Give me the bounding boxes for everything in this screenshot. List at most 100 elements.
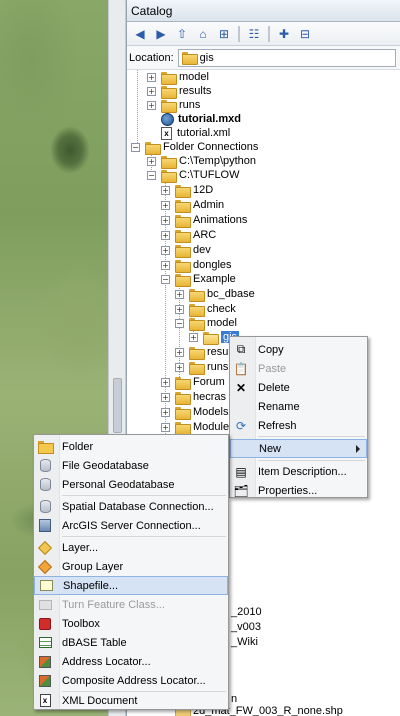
feature-class-icon [38, 599, 52, 610]
menu-item-group-layer[interactable]: Group Layer [34, 557, 228, 576]
layer-icon [37, 540, 53, 555]
home-icon[interactable]: ⌂ [194, 25, 212, 43]
location-input[interactable]: gis [177, 48, 396, 67]
tree-item[interactable]: + ARC [161, 228, 216, 243]
expand-icon[interactable]: + [161, 407, 170, 417]
folder-icon [175, 391, 191, 405]
menu-item-personal-geodatabase[interactable]: Personal Geodatabase [34, 475, 228, 494]
map-document-icon [161, 112, 174, 126]
server-icon [39, 519, 51, 532]
tree-item[interactable]: + Forum [161, 375, 225, 390]
tree-item[interactable]: x tutorial.xml [161, 126, 230, 140]
tree-icon[interactable]: ⊟ [296, 25, 314, 43]
view-options-icon[interactable]: ☷ [245, 25, 263, 43]
expand-icon[interactable]: + [161, 422, 170, 432]
menu-item-new[interactable]: New [230, 439, 367, 458]
geodatabase-icon [39, 478, 51, 491]
new-folder-icon[interactable]: ✚ [275, 25, 293, 43]
menu-item-paste[interactable]: 📋 Paste [230, 359, 367, 378]
tree-item[interactable]: + resu [175, 345, 228, 360]
menu-item-shapefile[interactable]: Shapefile... [34, 576, 228, 595]
expand-icon[interactable]: + [161, 230, 170, 240]
menu-item-spatial-database-connection[interactable]: Spatial Database Connection... [34, 497, 228, 516]
scrollbar-thumb[interactable] [113, 378, 122, 433]
menu-item-copy[interactable]: ⧉ Copy [230, 340, 367, 359]
properties-icon: 🗂 [233, 483, 249, 498]
expand-icon[interactable]: + [175, 362, 184, 372]
expand-icon[interactable]: + [147, 72, 156, 82]
tree-item[interactable]: _2010 [231, 605, 262, 619]
tree-item[interactable]: + Models [161, 405, 228, 420]
menu-item-arcgis-server-connection[interactable]: ArcGIS Server Connection... [34, 516, 228, 535]
tree-item[interactable]: tutorial.mxd [161, 112, 241, 126]
tree-item[interactable]: + Animations [161, 213, 247, 228]
menu-item-layer[interactable]: Layer... [34, 538, 228, 557]
menu-item-turn-feature-class[interactable]: Turn Feature Class... [34, 595, 228, 614]
tree-item[interactable]: + dev [161, 243, 211, 258]
tree-item[interactable]: _v003 [231, 620, 261, 634]
tree-item[interactable]: + results [147, 84, 211, 99]
tree-item[interactable]: _Wiki [231, 635, 258, 649]
up-icon[interactable]: ⇧ [173, 25, 191, 43]
folder-icon [175, 199, 191, 213]
menu-item-dbase-table[interactable]: dBASE Table [34, 633, 228, 652]
tree-item[interactable]: + C:\Temp\python [147, 154, 256, 169]
database-connection-icon [39, 500, 51, 513]
menu-item-refresh[interactable]: ⟳ Refresh [230, 416, 367, 435]
expand-icon[interactable]: + [175, 289, 184, 299]
menu-item-item-description[interactable]: ▤ Item Description... [230, 462, 367, 481]
collapse-icon[interactable]: − [147, 170, 156, 180]
expand-icon[interactable]: + [147, 156, 156, 166]
menu-item-xml-document[interactable]: x XML Document [34, 691, 228, 710]
expand-icon[interactable]: + [147, 86, 156, 96]
collapse-icon[interactable]: − [131, 142, 140, 152]
expand-icon[interactable]: + [161, 260, 170, 270]
expand-icon[interactable]: + [161, 377, 170, 387]
menu-item-toolbox[interactable]: Toolbox [34, 614, 228, 633]
tree-item[interactable]: − Folder Connections [131, 140, 258, 155]
menu-item-rename[interactable]: Rename [230, 397, 367, 416]
shapefile-icon [39, 580, 53, 591]
tree-item[interactable]: + dongles [161, 258, 232, 273]
expand-icon[interactable]: + [147, 100, 156, 110]
forward-icon[interactable]: ▶ [152, 25, 170, 43]
expand-icon[interactable]: + [175, 347, 184, 357]
menu-item-address-locator[interactable]: Address Locator... [34, 652, 228, 671]
menu-item-properties[interactable]: 🗂 Properties... [230, 481, 367, 500]
tree-item[interactable]: + runs [147, 98, 200, 113]
menu-item-composite-address-locator[interactable]: Composite Address Locator... [34, 671, 228, 690]
menu-item-folder[interactable]: Folder [34, 437, 228, 456]
tree-item[interactable]: + runs [175, 360, 228, 375]
expand-icon[interactable]: + [161, 200, 170, 210]
collapse-icon[interactable]: − [175, 318, 184, 328]
delete-icon: ✕ [235, 380, 247, 395]
back-icon[interactable]: ◀ [131, 25, 149, 43]
expand-icon[interactable]: + [161, 392, 170, 402]
tree-item[interactable]: + hecras [161, 390, 226, 405]
folder-icon [175, 406, 191, 420]
menu-item-file-geodatabase[interactable]: File Geodatabase [34, 456, 228, 475]
tree-item[interactable]: + check [175, 302, 236, 317]
catalog-toolbar: ◀ ▶ ⇧ ⌂ ⊞ ☷ ✚ ⊟ [127, 22, 400, 46]
expand-icon[interactable]: + [189, 332, 198, 342]
tree-item[interactable]: + model [147, 70, 209, 85]
connect-icon[interactable]: ⊞ [215, 25, 233, 43]
expand-icon[interactable]: + [175, 304, 184, 314]
expand-icon[interactable]: + [161, 215, 170, 225]
tree-item[interactable]: + Admin [161, 198, 224, 213]
tree-item[interactable]: + Module [161, 420, 229, 435]
expand-icon[interactable]: + [161, 245, 170, 255]
tree-item[interactable]: − Example [161, 272, 236, 287]
menu-item-delete[interactable]: ✕ Delete [230, 378, 367, 397]
refresh-icon: ⟳ [235, 418, 247, 433]
xml-file-icon: x [161, 126, 172, 140]
tree-item[interactable]: − model [175, 316, 237, 331]
tree-item[interactable]: +12D [161, 183, 213, 198]
folder-icon [161, 155, 177, 169]
expand-icon[interactable]: + [161, 185, 170, 195]
tree-item[interactable]: − C:\TUFLOW [147, 168, 240, 183]
folder-icon [175, 376, 191, 390]
collapse-icon[interactable]: − [161, 274, 170, 284]
tree-item[interactable]: + bc_dbase [175, 287, 255, 302]
folder-icon [175, 259, 191, 273]
